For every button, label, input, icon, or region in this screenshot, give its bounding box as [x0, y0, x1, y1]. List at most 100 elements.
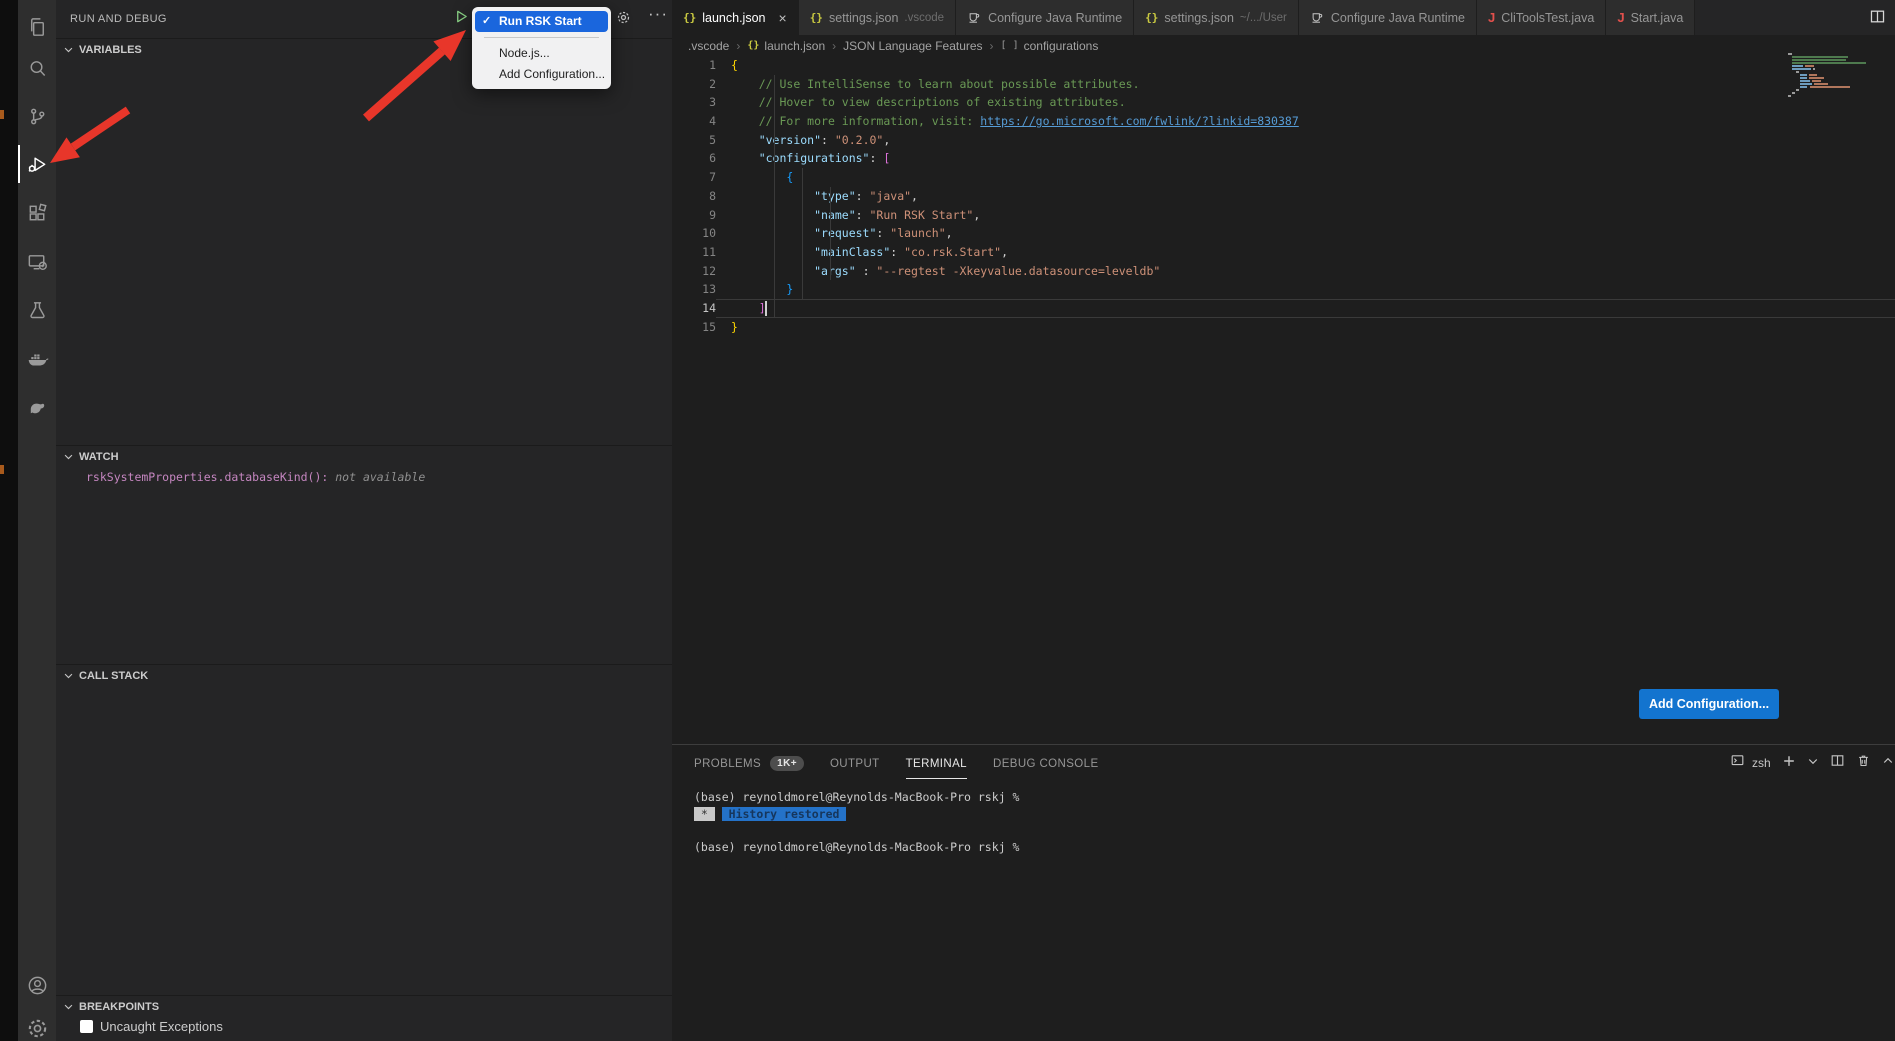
- line-number[interactable]: 10: [672, 224, 731, 243]
- more-actions-icon[interactable]: ···: [648, 4, 668, 24]
- line-number[interactable]: 9: [672, 206, 731, 225]
- activity-bar-extensions[interactable]: [18, 194, 56, 232]
- minimap-line: [1800, 77, 1807, 79]
- java-file-icon: J: [1617, 10, 1624, 25]
- start-debugging-icon[interactable]: [454, 9, 469, 29]
- code-line-15[interactable]: 15}: [672, 318, 1895, 337]
- code-line-12[interactable]: 12 "args" : "--regtest -Xkeyvalue.dataso…: [672, 262, 1895, 281]
- line-number[interactable]: 5: [672, 131, 731, 150]
- watch-section-header[interactable]: WATCH: [56, 445, 672, 467]
- activity-bar-search[interactable]: [18, 49, 56, 87]
- code-line-2[interactable]: 2 // Use IntelliSense to learn about pos…: [672, 75, 1895, 94]
- line-number[interactable]: 2: [672, 75, 731, 94]
- line-number[interactable]: 3: [672, 93, 731, 112]
- code-line-10[interactable]: 10 "request": "launch",: [672, 224, 1895, 243]
- code-line-11[interactable]: 11 "mainClass": "co.rsk.Start",: [672, 243, 1895, 262]
- activity-bar-explorer[interactable]: [18, 8, 56, 46]
- tab-launch-json[interactable]: {}launch.json×: [672, 0, 799, 35]
- activity-bar-gradle[interactable]: [18, 388, 56, 426]
- code-line-6[interactable]: 6 "configurations": [: [672, 149, 1895, 168]
- panel-tab-terminal[interactable]: TERMINAL: [906, 745, 967, 781]
- panel-tab-label: PROBLEMS: [694, 748, 761, 779]
- code-text: }: [731, 318, 738, 337]
- split-editor-icon[interactable]: [1869, 8, 1886, 30]
- activity-bar-source-control[interactable]: [18, 97, 56, 135]
- code-text: {: [731, 168, 793, 187]
- line-number[interactable]: 12: [672, 262, 731, 281]
- tab-configure-java-runtime[interactable]: Configure Java Runtime: [956, 0, 1134, 35]
- add-configuration-button[interactable]: Add Configuration...: [1639, 689, 1779, 719]
- minimap-line: [1809, 77, 1824, 79]
- activity-bar-run-and-debug[interactable]: [18, 145, 56, 183]
- terminal-line: * History restored: [694, 806, 1019, 823]
- code-editor[interactable]: 1{2 // Use IntelliSense to learn about p…: [672, 56, 1895, 336]
- activity-bar-accounts[interactable]: [18, 966, 56, 1004]
- terminal-line: [694, 822, 1019, 839]
- breadcrumb-label: configurations: [1024, 39, 1099, 53]
- code-line-8[interactable]: 8 "type": "java",: [672, 187, 1895, 206]
- code-line-13[interactable]: 13 }: [672, 280, 1895, 299]
- code-text: // Hover to view descriptions of existin…: [731, 93, 1126, 112]
- tab-start-java[interactable]: JStart.java: [1606, 0, 1695, 35]
- background-speck: [0, 110, 4, 119]
- tab-settings-json[interactable]: {}settings.json~/.../User: [1134, 0, 1299, 35]
- debug-configure-gear-icon[interactable]: [616, 10, 631, 30]
- code-line-1[interactable]: 1{: [672, 56, 1895, 75]
- shell-label[interactable]: zsh: [1752, 756, 1771, 770]
- code-line-4[interactable]: 4 // For more information, visit: https:…: [672, 112, 1895, 131]
- minimap-line: [1792, 59, 1846, 61]
- minimap-line: [1792, 68, 1811, 70]
- launch-profile-icon[interactable]: [1730, 753, 1745, 773]
- maximize-panel-chevron-icon[interactable]: [1882, 754, 1894, 772]
- watch-expression[interactable]: rskSystemProperties.databaseKind(): not …: [86, 470, 425, 484]
- split-terminal-icon[interactable]: [1830, 753, 1845, 773]
- tab-configure-java-runtime[interactable]: Configure Java Runtime: [1299, 0, 1477, 35]
- terminal-line: (base) reynoldmorel@Reynolds-MacBook-Pro…: [694, 839, 1019, 856]
- activity-bar-manage[interactable]: [18, 1009, 56, 1041]
- line-number[interactable]: 8: [672, 187, 731, 206]
- checkbox-unchecked[interactable]: [80, 1020, 93, 1033]
- tab-label: Configure Java Runtime: [1331, 11, 1465, 25]
- code-line-9[interactable]: 9 "name": "Run RSK Start",: [672, 206, 1895, 225]
- breakpoints-section-header[interactable]: BREAKPOINTS: [56, 995, 672, 1017]
- line-number[interactable]: 11: [672, 243, 731, 262]
- kill-terminal-trash-icon[interactable]: [1856, 753, 1871, 773]
- activity-bar-docker[interactable]: [18, 339, 56, 377]
- code-text: {: [731, 56, 738, 75]
- breadcrumb-item[interactable]: .vscode: [688, 39, 729, 53]
- minimap-line: [1788, 53, 1792, 55]
- menu-item-node-js-[interactable]: Node.js...: [475, 43, 608, 64]
- breakpoint-uncaught-exceptions[interactable]: Uncaught Exceptions: [80, 1019, 223, 1034]
- code-line-7[interactable]: 7 {: [672, 168, 1895, 187]
- tab-label: Configure Java Runtime: [988, 11, 1122, 25]
- breadcrumb-item[interactable]: JSON Language Features: [843, 39, 982, 53]
- activity-bar-testing[interactable]: [18, 291, 56, 329]
- code-line-5[interactable]: 5 "version": "0.2.0",: [672, 131, 1895, 150]
- minimap-line: [1805, 65, 1814, 67]
- line-number[interactable]: 4: [672, 112, 731, 131]
- line-number[interactable]: 13: [672, 280, 731, 299]
- activity-bar-remote-explorer[interactable]: [18, 243, 56, 281]
- line-number[interactable]: 7: [672, 168, 731, 187]
- panel-tab-problems[interactable]: PROBLEMS1K+: [694, 745, 804, 781]
- terminal-dropdown-chevron-icon[interactable]: [1807, 754, 1819, 772]
- panel-tab-debug-console[interactable]: DEBUG CONSOLE: [993, 745, 1099, 781]
- code-line-3[interactable]: 3 // Hover to view descriptions of exist…: [672, 93, 1895, 112]
- terminal-output[interactable]: (base) reynoldmorel@Reynolds-MacBook-Pro…: [694, 789, 1019, 855]
- breadcrumb-item[interactable]: {}launch.json: [747, 39, 825, 53]
- panel-tab-label: TERMINAL: [906, 748, 967, 779]
- menu-item-add-configuration-[interactable]: Add Configuration...: [475, 64, 608, 85]
- close-icon[interactable]: ×: [779, 11, 787, 25]
- tab-clitoolstest-java[interactable]: JCliToolsTest.java: [1477, 0, 1606, 35]
- call-stack-section-header[interactable]: CALL STACK: [56, 664, 672, 686]
- panel-tab-output[interactable]: OUTPUT: [830, 745, 880, 781]
- breadcrumb-item[interactable]: [ ]configurations: [1001, 39, 1099, 53]
- line-number[interactable]: 15: [672, 318, 731, 337]
- line-number[interactable]: 1: [672, 56, 731, 75]
- tab-settings-json[interactable]: {}settings.json.vscode: [799, 0, 956, 35]
- line-number[interactable]: 6: [672, 149, 731, 168]
- minimap[interactable]: [1788, 53, 1868, 103]
- breadcrumb[interactable]: .vscode›{}launch.json›JSON Language Feat…: [672, 35, 1895, 56]
- menu-item-run-rsk-start[interactable]: ✓Run RSK Start: [475, 11, 608, 32]
- new-terminal-plus-icon[interactable]: [1782, 754, 1796, 773]
